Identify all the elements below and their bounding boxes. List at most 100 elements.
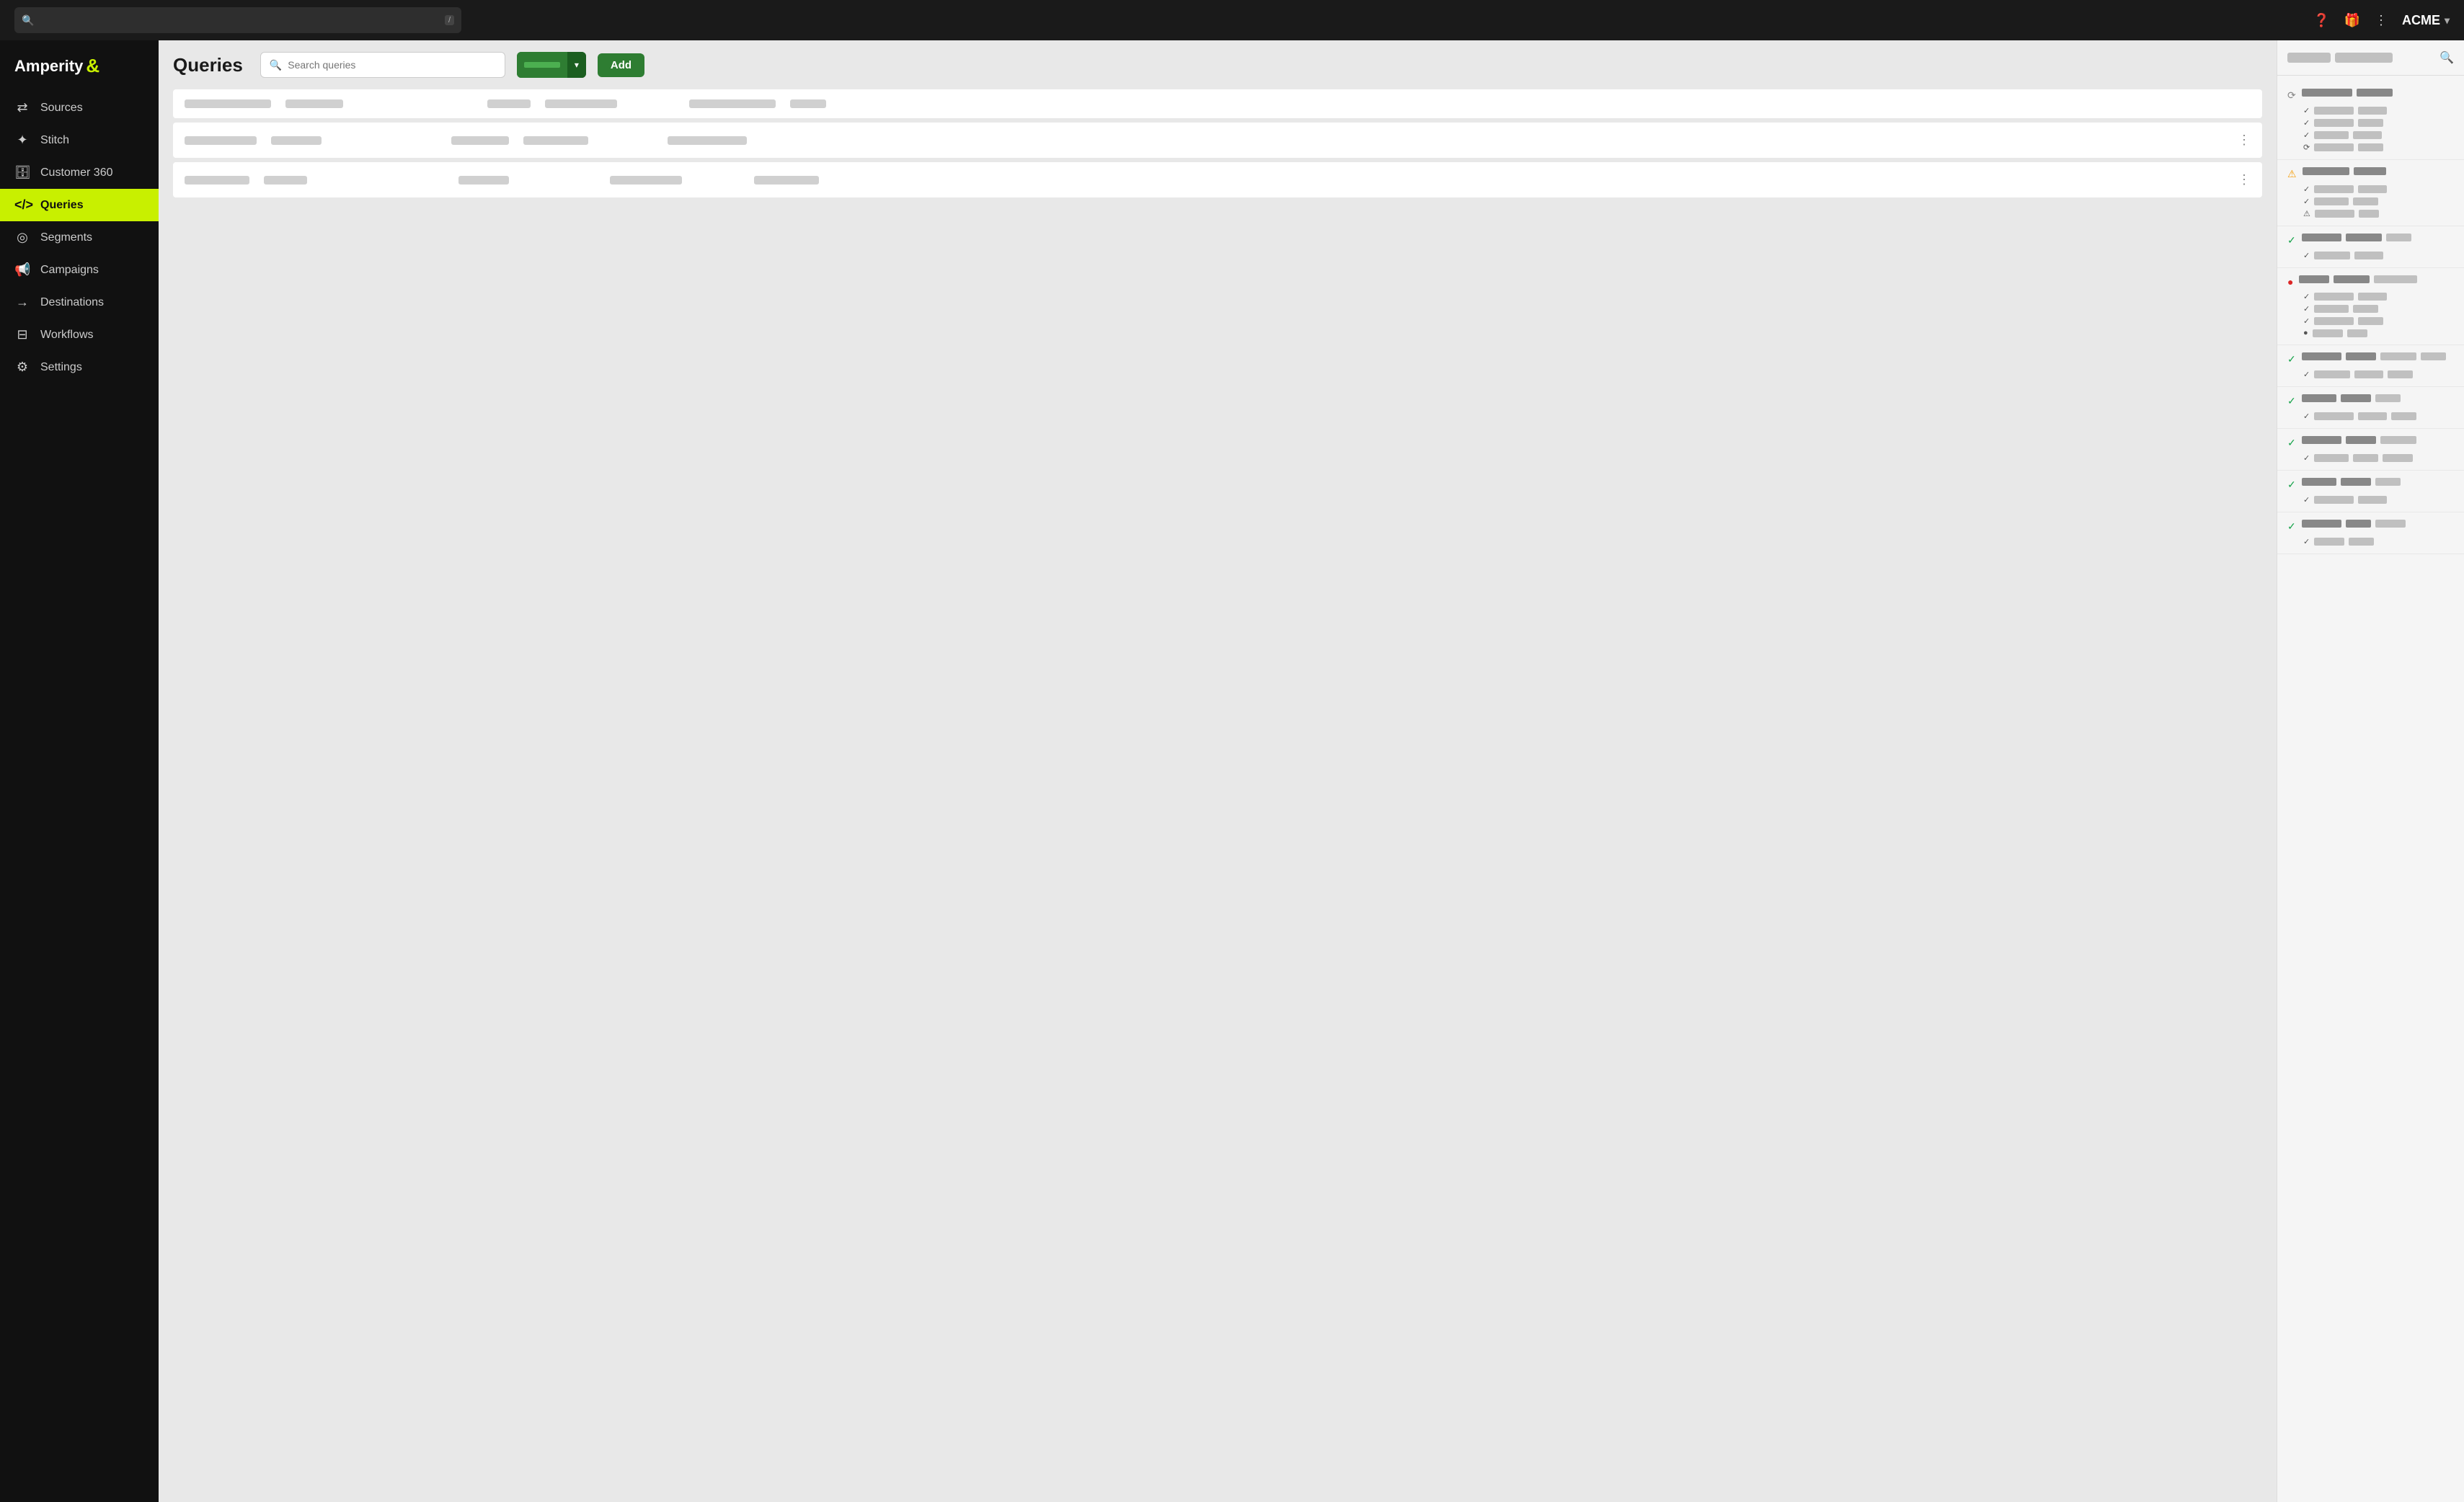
customer360-icon: 🗄 [14,165,30,180]
filter-chevron-icon[interactable]: ▾ [567,52,586,78]
title-skel [2346,520,2371,528]
account-menu[interactable]: ACME ▾ [2402,13,2450,28]
rp-item-header: ✓ [2287,520,2454,533]
row-skel [2314,370,2350,378]
sidebar-item-workflows[interactable]: ⊟ Workflows [0,319,159,351]
list-item[interactable]: ✓ ✓ [2277,429,2464,471]
rp-item-rows: ✓ ✓ ✓ ● [2303,292,2454,337]
list-item[interactable]: ✓ ✓ [2277,471,2464,512]
main-layout: Amperity & ⇄ Sources ✦ Stitch 🗄 Customer… [0,40,2464,1502]
help-icon[interactable]: ❓ [2313,13,2329,28]
add-query-button[interactable]: Add [598,53,644,77]
sidebar-item-campaigns[interactable]: 📢 Campaigns [0,254,159,286]
rp-item-title [2302,352,2454,360]
row-skel [2314,454,2349,462]
rp-item-rows: ✓ ✓ ✓ ⟳ [2303,106,2454,152]
rp-item-rows: ✓ [2303,495,2454,505]
rp-item-title [2302,520,2454,528]
sidebar-item-customer360[interactable]: 🗄 Customer 360 [0,156,159,189]
skeleton-cell [610,176,682,185]
global-search[interactable]: 🔍 / [14,7,461,33]
error-icon: ● [2287,276,2293,288]
title-skel [2375,478,2401,486]
rp-item-title-block [2302,352,2454,363]
rp-item-title-block [2302,478,2454,489]
rp-item-rows: ✓ [2303,251,2454,260]
check-icon: ✓ [2303,130,2310,140]
sources-icon: ⇄ [14,100,30,115]
rp-row: ✓ [2303,316,2454,326]
list-item[interactable]: ✓ ✓ [2277,226,2464,268]
skeleton-cell [523,136,588,145]
global-search-input[interactable] [40,14,445,26]
row-skel [2383,454,2413,462]
row-menu-icon[interactable]: ⋮ [2238,133,2251,148]
check-icon: ✓ [2287,479,2296,491]
list-item[interactable]: ✓ ✓ [2277,387,2464,429]
skeleton-cell [185,136,257,145]
more-menu-icon[interactable]: ⋮ [2375,13,2388,28]
list-item[interactable]: ⚠ ✓ ✓ [2277,160,2464,226]
list-item[interactable]: ✓ ✓ [2277,345,2464,387]
search-queries-input[interactable] [288,59,496,71]
row-menu-icon[interactable]: ⋮ [2238,172,2251,187]
list-item[interactable]: ● ✓ ✓ [2277,268,2464,345]
queries-icon: </> [14,197,30,213]
rp-row: ✓ [2303,370,2454,379]
error-icon: ● [2303,329,2308,337]
check-icon: ✓ [2303,370,2310,379]
check-icon: ✓ [2303,316,2310,326]
title-skel [2302,352,2341,360]
slash-shortcut: / [445,15,454,25]
row-skel [2358,119,2383,127]
list-item[interactable]: ✓ ✓ [2277,512,2464,554]
gift-icon[interactable]: 🎁 [2344,13,2360,28]
rp-item-header: ⟳ [2287,89,2454,102]
sidebar-label-stitch: Stitch [40,134,69,147]
sidebar-item-destinations[interactable]: → Destinations [0,286,159,319]
sidebar-item-segments[interactable]: ◎ Segments [0,221,159,254]
row-skel [2313,329,2343,337]
rp-row: ✓ [2303,185,2454,194]
title-skel [2375,520,2406,528]
rp-item-title [2302,478,2454,486]
row-skel [2314,293,2354,301]
skeleton-cell [790,99,826,108]
right-panel-title-bar [2287,53,2434,63]
title-skel [2341,394,2371,402]
title-skel [2341,478,2371,486]
sidebar-item-sources[interactable]: ⇄ Sources [0,92,159,124]
filter-dropdown[interactable]: ▾ [517,52,586,78]
search-queries-box[interactable]: 🔍 [260,52,505,78]
skeleton-cell [451,136,509,145]
row-skel [2358,317,2383,325]
rp-item-rows: ✓ [2303,453,2454,463]
rp-item-header: ✓ [2287,436,2454,449]
row-skel [2391,412,2416,420]
rp-item-title [2302,234,2454,241]
rp-item-title-block [2302,394,2454,405]
logo-ampersand: & [86,55,99,77]
rp-item-title [2302,436,2454,444]
rp-item-rows: ✓ [2303,412,2454,421]
rp-row: ✓ [2303,537,2454,546]
loading-icon: ⟳ [2303,143,2310,152]
rp-item-header: ⚠ [2287,167,2454,180]
rp-item-header: ● [2287,275,2454,288]
rp-row: ✓ [2303,118,2454,128]
rp-row: ✓ [2303,197,2454,206]
list-item[interactable]: ⟳ ✓ ✓ [2277,81,2464,160]
rp-item-title-block [2302,234,2454,244]
title-skel [2421,352,2446,360]
sidebar-item-settings[interactable]: ⚙ Settings [0,351,159,383]
row-skel [2358,185,2387,193]
rp-item-header: ✓ [2287,478,2454,491]
app-logo: Amperity & [0,49,159,92]
rp-row: ● [2303,329,2454,337]
sidebar-item-stitch[interactable]: ✦ Stitch [0,124,159,156]
rp-item-title-block [2302,520,2454,530]
sidebar-item-queries[interactable]: </> Queries [0,189,159,221]
row-skel [2314,107,2354,115]
skeleton-cell [487,99,531,108]
right-panel-search-icon[interactable]: 🔍 [2439,50,2454,65]
